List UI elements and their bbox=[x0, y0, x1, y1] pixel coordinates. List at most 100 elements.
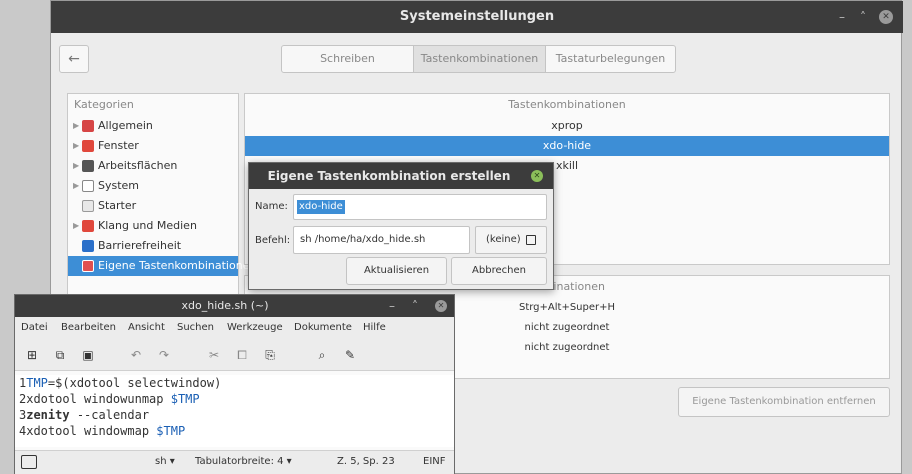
system-icon bbox=[82, 180, 94, 192]
create-shortcut-dialog: Eigene Tastenkombination erstellen ✕ Nam… bbox=[248, 162, 554, 290]
category-item-fenster[interactable]: ▶ Fenster bbox=[68, 136, 238, 156]
expand-arrow-icon[interactable]: ▶ bbox=[73, 136, 81, 156]
category-item-eigene[interactable]: Eigene Tastenkombinationen bbox=[68, 256, 256, 276]
code-line: 2xdotool windowunmap $TMP bbox=[19, 391, 200, 407]
code-token: --calendar bbox=[69, 408, 150, 422]
shortcut-row[interactable]: xprop bbox=[245, 116, 889, 136]
cancel-button[interactable]: Abbrechen bbox=[451, 257, 547, 285]
window-icon bbox=[82, 140, 94, 152]
category-label: Fenster bbox=[98, 139, 139, 152]
tab-schreiben[interactable]: Schreiben bbox=[281, 45, 414, 73]
dialog-titlebar: Eigene Tastenkombination erstellen ✕ bbox=[249, 163, 553, 189]
editor-toolbar: ⊞ ⧉ ▣ ↶ ↷ ✂ ⧠ ⎘ ⌕ ✎ bbox=[15, 339, 454, 371]
categories-pane: Kategorien ▶ Allgemein ▶ Fenster ▶ Arbei… bbox=[67, 93, 256, 323]
general-icon bbox=[82, 120, 94, 132]
shortcuts-header: Tastenkombinationen bbox=[508, 98, 626, 111]
copy-icon[interactable]: ⧠ bbox=[233, 346, 251, 364]
file-chooser-button[interactable]: (keine) bbox=[475, 226, 547, 254]
expand-arrow-icon[interactable]: ▶ bbox=[73, 216, 81, 236]
minimize-icon[interactable]: – bbox=[835, 10, 849, 24]
redo-icon[interactable]: ↷ bbox=[155, 346, 173, 364]
save-icon[interactable]: ▣ bbox=[79, 346, 97, 364]
minimize-icon[interactable]: – bbox=[385, 299, 399, 313]
tab-tastaturbelegungen[interactable]: Tastaturbelegungen bbox=[545, 45, 676, 73]
insert-mode: EINF bbox=[423, 456, 446, 467]
menu-werkzeuge[interactable]: Werkzeuge bbox=[227, 317, 283, 339]
code-token: $TMP bbox=[170, 392, 200, 406]
undo-icon[interactable]: ↶ bbox=[127, 346, 145, 364]
editor-window: xdo_hide.sh (~) – ˄ ✕ Datei Bearbeiten A… bbox=[14, 294, 455, 474]
name-label: Name: bbox=[255, 201, 288, 212]
code-line: 1TMP=$(xdotool selectwindow) bbox=[19, 375, 221, 391]
category-label: Allgemein bbox=[98, 119, 153, 132]
expand-arrow-icon[interactable]: ▶ bbox=[73, 156, 81, 176]
update-button[interactable]: Aktualisieren bbox=[346, 257, 447, 285]
expand-arrow-icon[interactable]: ▶ bbox=[73, 116, 81, 136]
file-icon bbox=[526, 235, 536, 245]
code-token: TMP bbox=[26, 376, 48, 390]
name-value: xdo-hide bbox=[297, 200, 345, 214]
category-item-klang[interactable]: ▶ Klang und Medien bbox=[68, 216, 238, 236]
language-selector[interactable]: sh ▾ bbox=[155, 451, 175, 473]
menu-dokumente[interactable]: Dokumente bbox=[294, 317, 352, 339]
command-label: Befehl: bbox=[255, 235, 291, 246]
code-token: =$(xdotool selectwindow) bbox=[47, 376, 222, 390]
category-item-arbeitsflaechen[interactable]: ▶ Arbeitsflächen bbox=[68, 156, 238, 176]
search-icon[interactable]: ⌕ bbox=[313, 346, 331, 364]
open-file-icon[interactable]: ⧉ bbox=[51, 346, 69, 364]
settings-title: Systemeinstellungen bbox=[399, 9, 555, 24]
editor-titlebar: xdo_hide.sh (~) – ˄ ✕ bbox=[15, 295, 454, 317]
menu-suchen[interactable]: Suchen bbox=[177, 317, 214, 339]
category-label: Arbeitsflächen bbox=[98, 159, 178, 172]
menu-ansicht[interactable]: Ansicht bbox=[128, 317, 165, 339]
new-file-icon[interactable]: ⊞ bbox=[23, 346, 41, 364]
back-button[interactable]: ← bbox=[59, 45, 89, 73]
media-icon bbox=[82, 220, 94, 232]
replace-icon[interactable]: ✎ bbox=[341, 346, 359, 364]
category-label: System bbox=[98, 179, 140, 192]
category-item-system[interactable]: ▶ System bbox=[68, 176, 238, 196]
menu-bearbeiten[interactable]: Bearbeiten bbox=[61, 317, 116, 339]
keyboard-icon bbox=[82, 260, 94, 272]
category-label: Starter bbox=[98, 199, 137, 212]
close-icon[interactable]: ✕ bbox=[531, 170, 543, 182]
paste-icon[interactable]: ⎘ bbox=[261, 346, 279, 364]
editor-text-area[interactable]: 1TMP=$(xdotool selectwindow) 2xdotool wi… bbox=[15, 375, 454, 447]
close-icon[interactable]: ✕ bbox=[435, 300, 447, 312]
category-item-starter[interactable]: Starter bbox=[68, 196, 238, 216]
workspace-icon bbox=[82, 160, 94, 172]
shortcut-row-selected[interactable]: xdo-hide bbox=[245, 136, 889, 156]
tab-tastenkombinationen[interactable]: Tastenkombinationen bbox=[413, 45, 546, 73]
command-input[interactable]: sh /home/ha/xdo_hide.sh bbox=[293, 226, 470, 254]
code-line: 3zenity --calendar bbox=[19, 407, 149, 423]
category-label: Eigene Tastenkombinationen bbox=[98, 259, 257, 272]
code-token: xdotool windowunmap bbox=[26, 392, 171, 406]
sidebar-toggle-icon[interactable] bbox=[21, 455, 37, 469]
maximize-icon[interactable]: ˄ bbox=[856, 10, 870, 24]
category-label: Klang und Medien bbox=[98, 219, 197, 232]
cut-icon[interactable]: ✂ bbox=[205, 346, 223, 364]
code-token: zenity bbox=[26, 408, 70, 422]
tab-width-selector[interactable]: Tabulatorbreite: 4 ▾ bbox=[195, 451, 292, 473]
editor-statusbar: sh ▾ Tabulatorbreite: 4 ▾ Z. 5, Sp. 23 E… bbox=[15, 450, 454, 474]
accessibility-icon bbox=[82, 240, 94, 252]
expand-arrow-icon[interactable]: ▶ bbox=[73, 176, 81, 196]
category-item-allgemein[interactable]: ▶ Allgemein bbox=[68, 116, 238, 136]
editor-title: xdo_hide.sh (~) bbox=[181, 299, 269, 312]
code-token: xdotool windowmap bbox=[26, 424, 157, 438]
editor-menubar: Datei Bearbeiten Ansicht Suchen Werkzeug… bbox=[15, 317, 454, 339]
name-input[interactable]: xdo-hide bbox=[293, 194, 547, 220]
maximize-icon[interactable]: ˄ bbox=[408, 299, 422, 313]
file-chooser-label: (keine) bbox=[486, 234, 521, 245]
menu-datei[interactable]: Datei bbox=[21, 317, 48, 339]
close-icon[interactable]: ✕ bbox=[879, 10, 893, 24]
dialog-title: Eigene Tastenkombination erstellen bbox=[267, 169, 511, 183]
code-line: 4xdotool windowmap $TMP bbox=[19, 423, 185, 439]
menu-hilfe[interactable]: Hilfe bbox=[363, 317, 386, 339]
code-token: $TMP bbox=[156, 424, 186, 438]
settings-titlebar: Systemeinstellungen – ˄ ✕ bbox=[51, 1, 903, 33]
category-item-barrierefreiheit[interactable]: Barrierefreiheit bbox=[68, 236, 238, 256]
remove-shortcut-button[interactable]: Eigene Tastenkombination entfernen bbox=[678, 387, 890, 417]
category-label: Barrierefreiheit bbox=[98, 239, 182, 252]
categories-header: Kategorien bbox=[74, 98, 134, 111]
